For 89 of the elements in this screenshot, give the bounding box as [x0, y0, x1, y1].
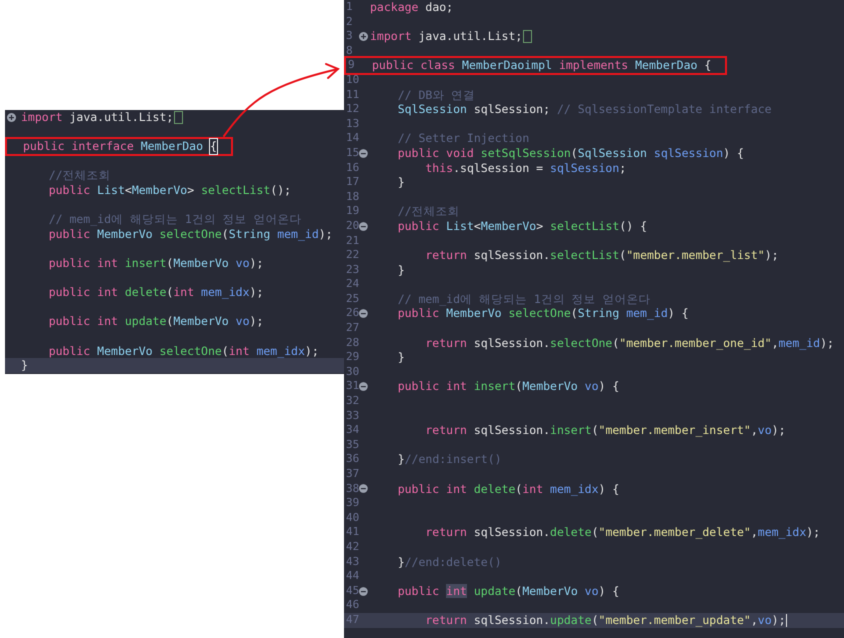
minus-circle-icon[interactable] — [359, 484, 368, 494]
line-number: 2 — [346, 14, 353, 30]
code-line: public MemberVo selectOne(String mem_id) { — [396, 306, 689, 322]
code-line: }//end:delete() — [396, 554, 502, 570]
plus-circle-icon[interactable] — [7, 112, 16, 122]
code-line: //전체조회 — [396, 204, 460, 219]
code-line: } — [396, 262, 405, 278]
line-number: 30 — [346, 364, 360, 380]
line-number: 21 — [346, 234, 360, 248]
code-line: return sqlSession.selectOne("member.member_one_id",mem_id); — [424, 336, 834, 350]
code-line: // mem_id에 해당되는 1건의 정보 얻어온다 — [48, 212, 302, 227]
code-line: // mem_id에 해당되는 1건의 정보 얻어온다 — [396, 292, 651, 306]
line-number: 28 — [346, 336, 360, 350]
code-line: } — [396, 350, 405, 365]
line-number: 36 — [346, 452, 360, 467]
minus-circle-icon[interactable] — [359, 148, 368, 158]
code-line: public int insert(MemberVo vo) { — [396, 379, 620, 394]
code-line: public MemberVo selectOne(int mem_idx); — [48, 344, 319, 358]
code-line: }//end:insert() — [396, 452, 502, 467]
code-line: public List<MemberVo> selectList() { — [396, 218, 648, 234]
code-line: return sqlSession.selectList("member.member_list"); — [424, 248, 779, 263]
plus-circle-icon[interactable] — [359, 32, 368, 41]
line-number: 8 — [346, 44, 353, 58]
folded-code-marker[interactable] — [523, 30, 532, 43]
code-line: public interface MemberDao { — [22, 139, 217, 154]
code-line: return sqlSession.update("member.member_update",vo); — [424, 612, 786, 628]
line-number: 12 — [346, 102, 360, 117]
line-number: 14 — [346, 131, 360, 146]
line-number: 33 — [346, 408, 360, 424]
code-line: public MemberVo selectOne(String mem_id); — [48, 226, 333, 242]
code-line: public int insert(MemberVo vo); — [48, 256, 264, 271]
code-line: // DB와 연결 — [396, 88, 476, 102]
code-line: import java.util.List; — [368, 29, 532, 44]
line-number: 46 — [346, 598, 360, 613]
minus-circle-icon[interactable] — [359, 586, 368, 596]
code-line: SqlSession sqlSession; // SqlsessionTemplate interface — [396, 102, 772, 117]
code-line: } — [396, 175, 405, 190]
code-line: package dao; — [369, 0, 454, 15]
code-line: public class MemberDaoimpl implements MemberDao { — [371, 58, 712, 73]
line-number: 34 — [346, 423, 360, 438]
code-line: //전체조회 — [48, 168, 111, 183]
code-line: public List<MemberVo> selectList(); — [48, 182, 292, 198]
line-number: 1 — [346, 0, 353, 15]
folded-code-marker[interactable] — [174, 110, 184, 124]
code-line: return sqlSession.delete("member.member_delete",mem_idx); — [424, 525, 820, 540]
code-line: public int update(MemberVo vo) { — [396, 584, 620, 598]
line-number: 13 — [346, 116, 360, 132]
code-line: // Setter Injection — [396, 131, 530, 146]
line-number: 45 — [346, 584, 360, 598]
code-line: import java.util.List; — [19, 110, 184, 125]
line-number: 15 — [346, 146, 360, 161]
line-number: 19 — [346, 204, 360, 219]
line-number: 18 — [346, 190, 360, 204]
line-number: 42 — [346, 540, 360, 555]
code-line: public int update(MemberVo vo); — [48, 314, 264, 329]
line-number: 17 — [346, 175, 360, 190]
line-number: 16 — [346, 160, 360, 176]
code-line: public void setSqlSession(SqlSession sqlSession) { — [396, 146, 744, 161]
line-number: 22 — [346, 248, 360, 263]
line-number: 29 — [346, 350, 360, 365]
line-number: 43 — [346, 554, 360, 570]
line-number: 31 — [346, 379, 360, 394]
line-number: 32 — [346, 394, 360, 409]
line-number: 24 — [346, 277, 360, 292]
line-number: 23 — [346, 262, 360, 278]
line-number: 38 — [346, 482, 360, 496]
line-number: 3 — [346, 29, 353, 44]
minus-circle-icon[interactable] — [359, 382, 368, 392]
line-number: 11 — [346, 88, 360, 102]
code-line: public int delete(int mem_idx); — [48, 285, 264, 300]
line-number: 39 — [346, 496, 360, 511]
line-number: 47 — [346, 612, 360, 628]
code-line: return sqlSession.insert("member.member_insert",vo); — [424, 423, 786, 438]
code-line: public int delete(int mem_idx) { — [396, 482, 620, 496]
code-line: this.sqlSession = sqlSession; — [424, 160, 626, 176]
line-number: 20 — [346, 218, 360, 234]
line-number: 27 — [346, 321, 360, 336]
minus-circle-icon[interactable] — [359, 309, 368, 318]
line-number: 41 — [346, 525, 360, 540]
line-number: 35 — [346, 438, 360, 452]
minus-circle-icon[interactable] — [359, 222, 368, 231]
line-number: 40 — [346, 510, 360, 526]
line-number: 37 — [346, 467, 360, 482]
line-number: 10 — [346, 72, 360, 88]
line-number: 9 — [348, 58, 355, 73]
line-number: 25 — [346, 292, 360, 306]
line-number: 26 — [346, 306, 360, 322]
line-number: 44 — [346, 569, 360, 584]
code-line: } — [20, 358, 28, 373]
